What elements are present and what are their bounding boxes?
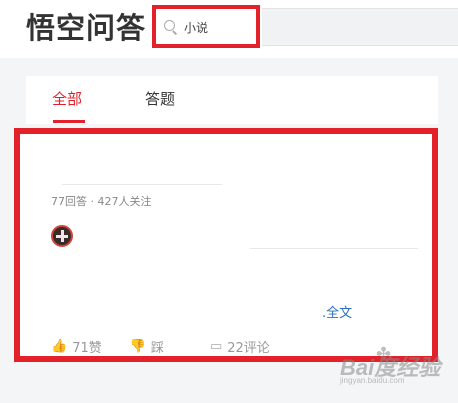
watermark: Bai度经验 ✤ jingyan.baidu.com bbox=[340, 344, 450, 390]
watermark-sub: jingyan.baidu.com bbox=[340, 376, 405, 385]
tab-all[interactable]: 全部 bbox=[52, 88, 82, 110]
question-meta: 77回答 · 427人关注 bbox=[51, 195, 152, 208]
tabs-bar: 全部 答题 bbox=[26, 76, 438, 124]
like-button[interactable]: 👍 71赞 bbox=[51, 337, 102, 356]
title-placeholder-line bbox=[62, 184, 222, 185]
comment-button[interactable]: ▭ 22评论 bbox=[210, 337, 270, 356]
search-field[interactable]: 小说 bbox=[164, 14, 208, 40]
content-placeholder-line bbox=[250, 248, 418, 249]
read-full-link[interactable]: .全文 bbox=[322, 302, 352, 321]
search-box[interactable]: 小说 bbox=[152, 5, 260, 48]
search-icon bbox=[164, 20, 178, 35]
like-label[interactable]: 71赞 bbox=[72, 337, 102, 356]
dislike-label[interactable]: 踩 bbox=[151, 337, 164, 356]
active-tab-indicator bbox=[53, 120, 85, 123]
tab-answers[interactable]: 答题 bbox=[145, 88, 175, 110]
answer-actions: 👍 71赞 👎 踩 ▭ 22评论 bbox=[51, 336, 298, 356]
thumbs-up-icon: 👍 bbox=[51, 338, 68, 354]
search-bar-extension[interactable] bbox=[262, 8, 458, 46]
search-input-value[interactable]: 小说 bbox=[184, 19, 208, 36]
question-card[interactable] bbox=[14, 128, 438, 362]
dislike-button[interactable]: 👎 踩 bbox=[130, 337, 164, 356]
read-full-label[interactable]: 全文 bbox=[326, 306, 352, 321]
thumbs-down-icon: 👎 bbox=[129, 338, 146, 354]
comment-icon: ▭ bbox=[209, 338, 223, 354]
paw-icon: ✤ bbox=[376, 344, 392, 365]
comment-label[interactable]: 22评论 bbox=[227, 337, 270, 356]
top-header: 悟空问答 小说 bbox=[0, 0, 458, 58]
avatar[interactable] bbox=[51, 225, 73, 247]
site-logo[interactable]: 悟空问答 bbox=[26, 10, 146, 46]
